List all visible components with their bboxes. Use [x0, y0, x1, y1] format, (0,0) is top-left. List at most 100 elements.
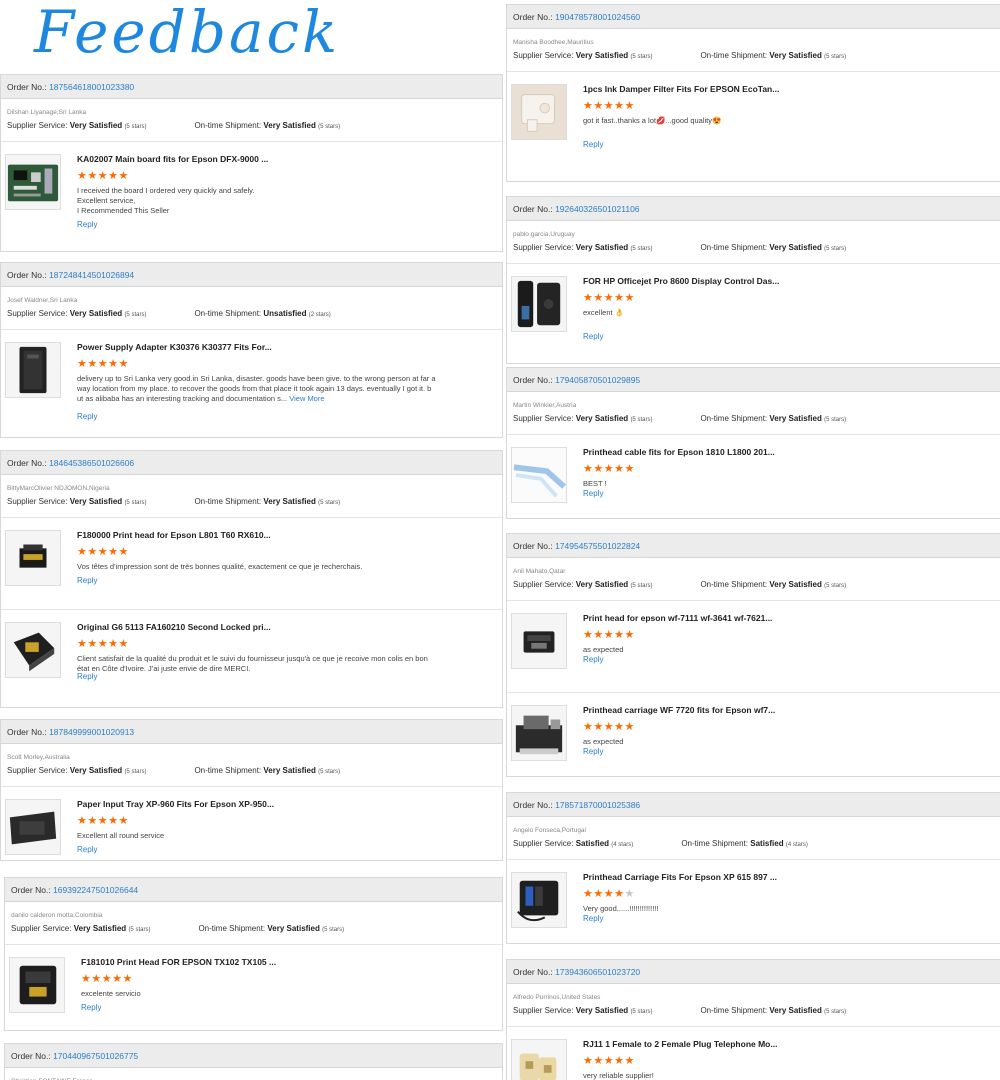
- product-name-link[interactable]: Paper Input Tray XP-960 Fits For Epson X…: [77, 799, 274, 809]
- star-icon: ★: [614, 629, 625, 641]
- reply-link[interactable]: Reply: [77, 412, 97, 421]
- star-icon: ★: [108, 546, 119, 558]
- shipment-value: Satisfied: [750, 839, 784, 848]
- star-icon: ★: [614, 100, 625, 112]
- reply-link[interactable]: Reply: [583, 140, 603, 149]
- shipment-label: On-time Shipment:: [700, 51, 768, 60]
- order-number-link[interactable]: 187849999001020913: [49, 727, 134, 737]
- reply-link[interactable]: Reply: [583, 914, 603, 923]
- ratings-row: Supplier Service: Very Satisfied (5 star…: [1, 305, 502, 321]
- printhead-tx-thumbnail[interactable]: [9, 957, 65, 1013]
- cable-thumbnail[interactable]: [511, 447, 567, 503]
- supplier-stars-count: (5 stars): [124, 500, 147, 506]
- reply-link[interactable]: Reply: [77, 220, 97, 229]
- order-number-link[interactable]: 170440967501026775: [53, 1051, 138, 1061]
- product-name-link[interactable]: 1pcs Ink Damper Filter Fits For EPSON Ec…: [583, 84, 779, 94]
- carriage-xp-thumbnail[interactable]: [511, 872, 567, 928]
- view-more-link[interactable]: View More: [289, 394, 324, 403]
- order-number-link[interactable]: 178571870001025386: [555, 800, 640, 810]
- product-name-link[interactable]: F181010 Print Head FOR EPSON TX102 TX105…: [81, 957, 276, 967]
- order-number-link[interactable]: 173943606501023720: [555, 967, 640, 977]
- order-number-link[interactable]: 174954575501022824: [555, 541, 640, 551]
- order-number-link[interactable]: 187564618001023380: [49, 82, 134, 92]
- reply-link[interactable]: Reply: [583, 655, 603, 664]
- review-comment: Client satisfait de la qualité du produi…: [77, 654, 444, 674]
- shipment-value: Very Satisfied: [769, 243, 822, 252]
- buyer-name: Christian FONTAINE,France: [5, 1068, 502, 1080]
- product-name-link[interactable]: RJ11 1 Female to 2 Female Plug Telephone…: [583, 1039, 777, 1049]
- star-icon: ★: [122, 973, 133, 985]
- product-name-link[interactable]: Printhead carriage WF 7720 fits for Epso…: [583, 705, 775, 715]
- comment-line: état en Côte d'Ivoire. J'ai juste envie …: [77, 664, 251, 673]
- product-name-link[interactable]: Printhead Carriage Fits For Epson XP 615…: [583, 872, 777, 882]
- product-name-link[interactable]: FOR HP Officejet Pro 8600 Display Contro…: [583, 276, 779, 286]
- review-comment: got it fast..thanks a lot💋...good qualit…: [583, 116, 943, 126]
- order-number-link[interactable]: 192640326501021106: [555, 204, 639, 214]
- feedback-item: 1pcs Ink Damper Filter Fits For EPSON Ec…: [507, 72, 1000, 181]
- review-comment: as expected: [583, 737, 943, 747]
- shipment-stars-count: (5 stars): [824, 583, 847, 589]
- supplier-service-value: Satisfied: [575, 839, 610, 848]
- reply-link[interactable]: Reply: [81, 1003, 101, 1012]
- comment-line: got it fast..thanks a lot💋...good qualit…: [583, 116, 722, 125]
- shipment-value: Very Satisfied: [769, 414, 822, 423]
- printhead-g6-thumbnail[interactable]: [5, 622, 61, 678]
- printhead-wf-thumbnail[interactable]: [511, 613, 567, 669]
- product-name-link[interactable]: Print head for epson wf-7111 wf-3641 wf-…: [583, 613, 772, 623]
- feedback-item: F180000 Print head for Epson L801 T60 RX…: [1, 518, 502, 610]
- star-icon: ★: [614, 721, 625, 733]
- paper-tray-thumbnail[interactable]: [5, 799, 61, 855]
- order-number-link[interactable]: 187248414501026894: [49, 270, 134, 280]
- product-name-link[interactable]: F180000 Print head for Epson L801 T60 RX…: [77, 530, 271, 540]
- printhead-thumbnail[interactable]: [5, 530, 61, 586]
- reply-link[interactable]: Reply: [583, 747, 603, 756]
- ratings-row: Supplier Service: Very Satisfied (5 star…: [1, 762, 502, 778]
- feedback-card: Order No.: 178571870001025386 Angelo Fons…: [506, 792, 1000, 944]
- order-number-link[interactable]: 169392247501026644: [53, 885, 138, 895]
- product-name-link[interactable]: Original G6 5113 FA160210 Second Locked …: [77, 622, 271, 632]
- mainboard-thumbnail[interactable]: [5, 154, 61, 210]
- order-header: Order No.: 187849999001020913: [1, 720, 502, 744]
- feedback-item: Power Supply Adapter K30376 K30377 Fits …: [1, 330, 502, 426]
- carriage-thumbnail[interactable]: [511, 705, 567, 761]
- ink-damper-thumbnail[interactable]: [511, 84, 567, 140]
- reply-link[interactable]: Reply: [583, 489, 603, 498]
- star-icon: ★: [583, 888, 594, 900]
- rj11-adapter-thumbnail[interactable]: [511, 1039, 567, 1080]
- star-icon: ★: [108, 170, 119, 182]
- buyer-name: danilo calderon motta,Colombia: [11, 912, 103, 919]
- star-icon: ★: [583, 629, 594, 641]
- reply-link[interactable]: Reply: [77, 845, 97, 854]
- comment-line: as expected: [583, 737, 624, 746]
- star-icon: ★: [603, 292, 615, 304]
- order-number-link[interactable]: 190478578001024560: [555, 12, 640, 22]
- star-icon: ★: [593, 1055, 604, 1067]
- comment-line: ut as alibaba has an interesting trackin…: [77, 394, 325, 403]
- power-supply-thumbnail[interactable]: [5, 342, 61, 398]
- star-icon: ★: [614, 888, 625, 900]
- product-name-link[interactable]: KA02007 Main board fits for Epson DFX-90…: [77, 154, 268, 164]
- star-icon: ★: [112, 973, 123, 985]
- shipment-stars-count: (5 stars): [824, 1009, 847, 1015]
- star-icon: ★: [603, 463, 615, 475]
- shipment-stars-count: (5 stars): [318, 500, 341, 506]
- product-name-link[interactable]: Printhead cable fits for Epson 1810 L180…: [583, 447, 775, 457]
- supplier-stars-count: (5 stars): [630, 583, 653, 589]
- reply-link[interactable]: Reply: [77, 576, 97, 585]
- order-number-link[interactable]: 179405870501029895: [555, 375, 640, 385]
- reply-link[interactable]: Reply: [77, 672, 97, 681]
- buyer-name: BittyMarcOlivier NDJOMON,Nigeria: [7, 485, 110, 492]
- display-panel-thumbnail[interactable]: [511, 276, 567, 332]
- shipment-label: On-time Shipment:: [700, 580, 768, 589]
- reply-link[interactable]: Reply: [583, 332, 603, 341]
- supplier-service-value: Very Satisfied: [69, 766, 123, 775]
- star-icon: ★: [593, 100, 604, 112]
- feedback-card: Order No.: 169392247501026644 danilo cald…: [4, 877, 503, 1031]
- order-label: Order No.:: [513, 541, 553, 551]
- feedback-card: Order No.: 170440967501026775Christian F…: [4, 1043, 503, 1080]
- shipment-value: Very Satisfied: [267, 924, 320, 933]
- comment-line: Very good......!!!!!!!!!!!!!!: [583, 904, 659, 913]
- order-number-link[interactable]: 184645386501026606: [49, 458, 134, 468]
- star-icon: ★: [583, 100, 594, 112]
- product-name-link[interactable]: Power Supply Adapter K30376 K30377 Fits …: [77, 342, 272, 352]
